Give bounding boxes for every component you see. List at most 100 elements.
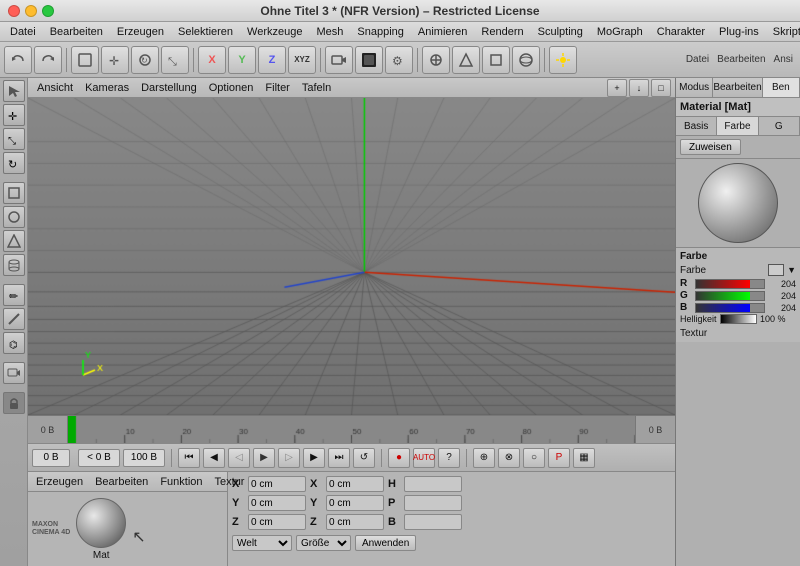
camera-button[interactable] [325,46,353,74]
minimize-button[interactable] [25,5,37,17]
left-tool-select[interactable] [3,80,25,102]
transport-go-start[interactable]: ⏮ [178,448,200,468]
z-axis-button[interactable]: Z [258,46,286,74]
coord-space-select[interactable]: Welt Lokal [232,535,292,551]
vp-btn-3[interactable]: □ [651,79,671,97]
right-tab-bearbeiten[interactable]: Bearbeiten [713,78,762,97]
left-tool-camera[interactable] [3,362,25,384]
render-settings-button[interactable]: ⚙ [385,46,413,74]
vp-menu-ansicht[interactable]: Ansicht [32,81,78,95]
transport-next-frame[interactable]: ▶ [303,448,325,468]
transport-prev-frame[interactable]: ◀ [203,448,225,468]
left-tool-pen[interactable]: ✏ [3,284,25,306]
tool3-button[interactable] [482,46,510,74]
scale-button[interactable]: ⤡ [161,46,189,74]
subtab-g[interactable]: G [759,117,800,135]
vp-menu-filter[interactable]: Filter [260,81,294,95]
menu-skript[interactable]: Skript [767,25,800,39]
viewport-3d[interactable]: Zentralperspektive [28,98,675,415]
menu-werkzeuge[interactable]: Werkzeuge [241,25,308,39]
left-tool-scale[interactable]: ⤡ [3,128,25,150]
vp-menu-kameras[interactable]: Kameras [80,81,134,95]
tool1-button[interactable] [422,46,450,74]
y-axis-button[interactable]: Y [228,46,256,74]
menu-mograph[interactable]: MoGraph [591,25,649,39]
menu-animieren[interactable]: Animieren [412,25,474,39]
tool4-button[interactable] [512,46,540,74]
right-tab-ben[interactable]: Ben [763,78,800,97]
left-tool-bridge[interactable]: ⌬ [3,332,25,354]
right-tab-modus[interactable]: Modus [676,78,713,97]
subtab-farbe[interactable]: Farbe [717,117,758,135]
transport-help[interactable]: ? [438,448,460,468]
x-axis-button[interactable]: X [198,46,226,74]
timeline[interactable]: 0 B 0 B [28,415,675,443]
mat-tab-bearbeiten[interactable]: Bearbeiten [91,475,152,489]
menu-bearbeiten[interactable]: Bearbeiten [44,25,109,39]
transport-btn-c[interactable]: ○ [523,448,545,468]
h-input[interactable] [404,476,462,492]
transport-btn-a[interactable]: ⊕ [473,448,495,468]
close-button[interactable] [8,5,20,17]
transport-btn-b[interactable]: ⊗ [498,448,520,468]
left-tool-knife[interactable] [3,308,25,330]
y-pos-input[interactable] [248,495,306,511]
right-toolbar-datei[interactable]: Datei [683,54,712,65]
menu-plugins[interactable]: Plug-ins [713,25,765,39]
right-toolbar-bearbeiten[interactable]: Bearbeiten [714,54,768,65]
vp-btn-1[interactable]: + [607,79,627,97]
b-input[interactable] [404,514,462,530]
transport-field-input[interactable] [78,449,120,467]
move-button[interactable]: ✛ [101,46,129,74]
left-tool-sphere[interactable] [3,206,25,228]
left-tool-cube[interactable] [3,182,25,204]
menu-snapping[interactable]: Snapping [351,25,410,39]
transport-prev-key[interactable]: ◁ [228,448,250,468]
left-tool-cylinder[interactable] [3,254,25,276]
left-tool-move[interactable]: ✛ [3,104,25,126]
timeline-ruler-canvas[interactable] [68,416,635,443]
vp-menu-optionen[interactable]: Optionen [204,81,259,95]
transport-loop[interactable]: ↺ [353,448,375,468]
x2-pos-input[interactable] [326,476,384,492]
vp-btn-2[interactable]: ↓ [629,79,649,97]
farbe-dropdown-arrow[interactable]: ▼ [787,265,796,275]
xyz-button[interactable]: XYZ [288,46,316,74]
material-sphere-preview[interactable] [76,498,126,548]
menu-rendern[interactable]: Rendern [475,25,529,39]
left-tool-cone[interactable] [3,230,25,252]
maximize-button[interactable] [42,5,54,17]
menu-mesh[interactable]: Mesh [310,25,349,39]
p-input[interactable] [404,495,462,511]
tool2-button[interactable] [452,46,480,74]
menu-datei[interactable]: Datei [4,25,42,39]
mat-tab-funktion[interactable]: Funktion [156,475,206,489]
mat-tab-erzeugen[interactable]: Erzeugen [32,475,87,489]
transport-frame-max[interactable] [123,449,165,467]
menu-selektieren[interactable]: Selektieren [172,25,239,39]
transport-auto-key[interactable]: AUTO [413,448,435,468]
left-tool-lock[interactable] [3,392,25,414]
assign-button[interactable]: Zuweisen [680,139,741,155]
transport-record[interactable]: ● [388,448,410,468]
coord-mode-select[interactable]: Größe Position [296,535,351,551]
transport-frame-field[interactable] [32,449,70,467]
vp-menu-tafeln[interactable]: Tafeln [297,81,336,95]
x-pos-input[interactable] [248,476,306,492]
farbe-color-swatch[interactable] [768,264,784,276]
right-toolbar-ansi[interactable]: Ansi [771,54,796,65]
undo-button[interactable] [4,46,32,74]
render-button[interactable] [355,46,383,74]
menu-sculpting[interactable]: Sculpting [532,25,589,39]
z2-pos-input[interactable] [326,514,384,530]
transport-next-key[interactable]: ▷ [278,448,300,468]
z-pos-input[interactable] [248,514,306,530]
apply-button[interactable]: Anwenden [355,535,416,551]
rotate-button[interactable]: ↻ [131,46,159,74]
vp-menu-darstellung[interactable]: Darstellung [136,81,202,95]
subtab-basis[interactable]: Basis [676,117,717,135]
redo-button[interactable] [34,46,62,74]
transport-go-end[interactable]: ⏭ [328,448,350,468]
select-button[interactable] [71,46,99,74]
transport-btn-e[interactable]: ▦ [573,448,595,468]
